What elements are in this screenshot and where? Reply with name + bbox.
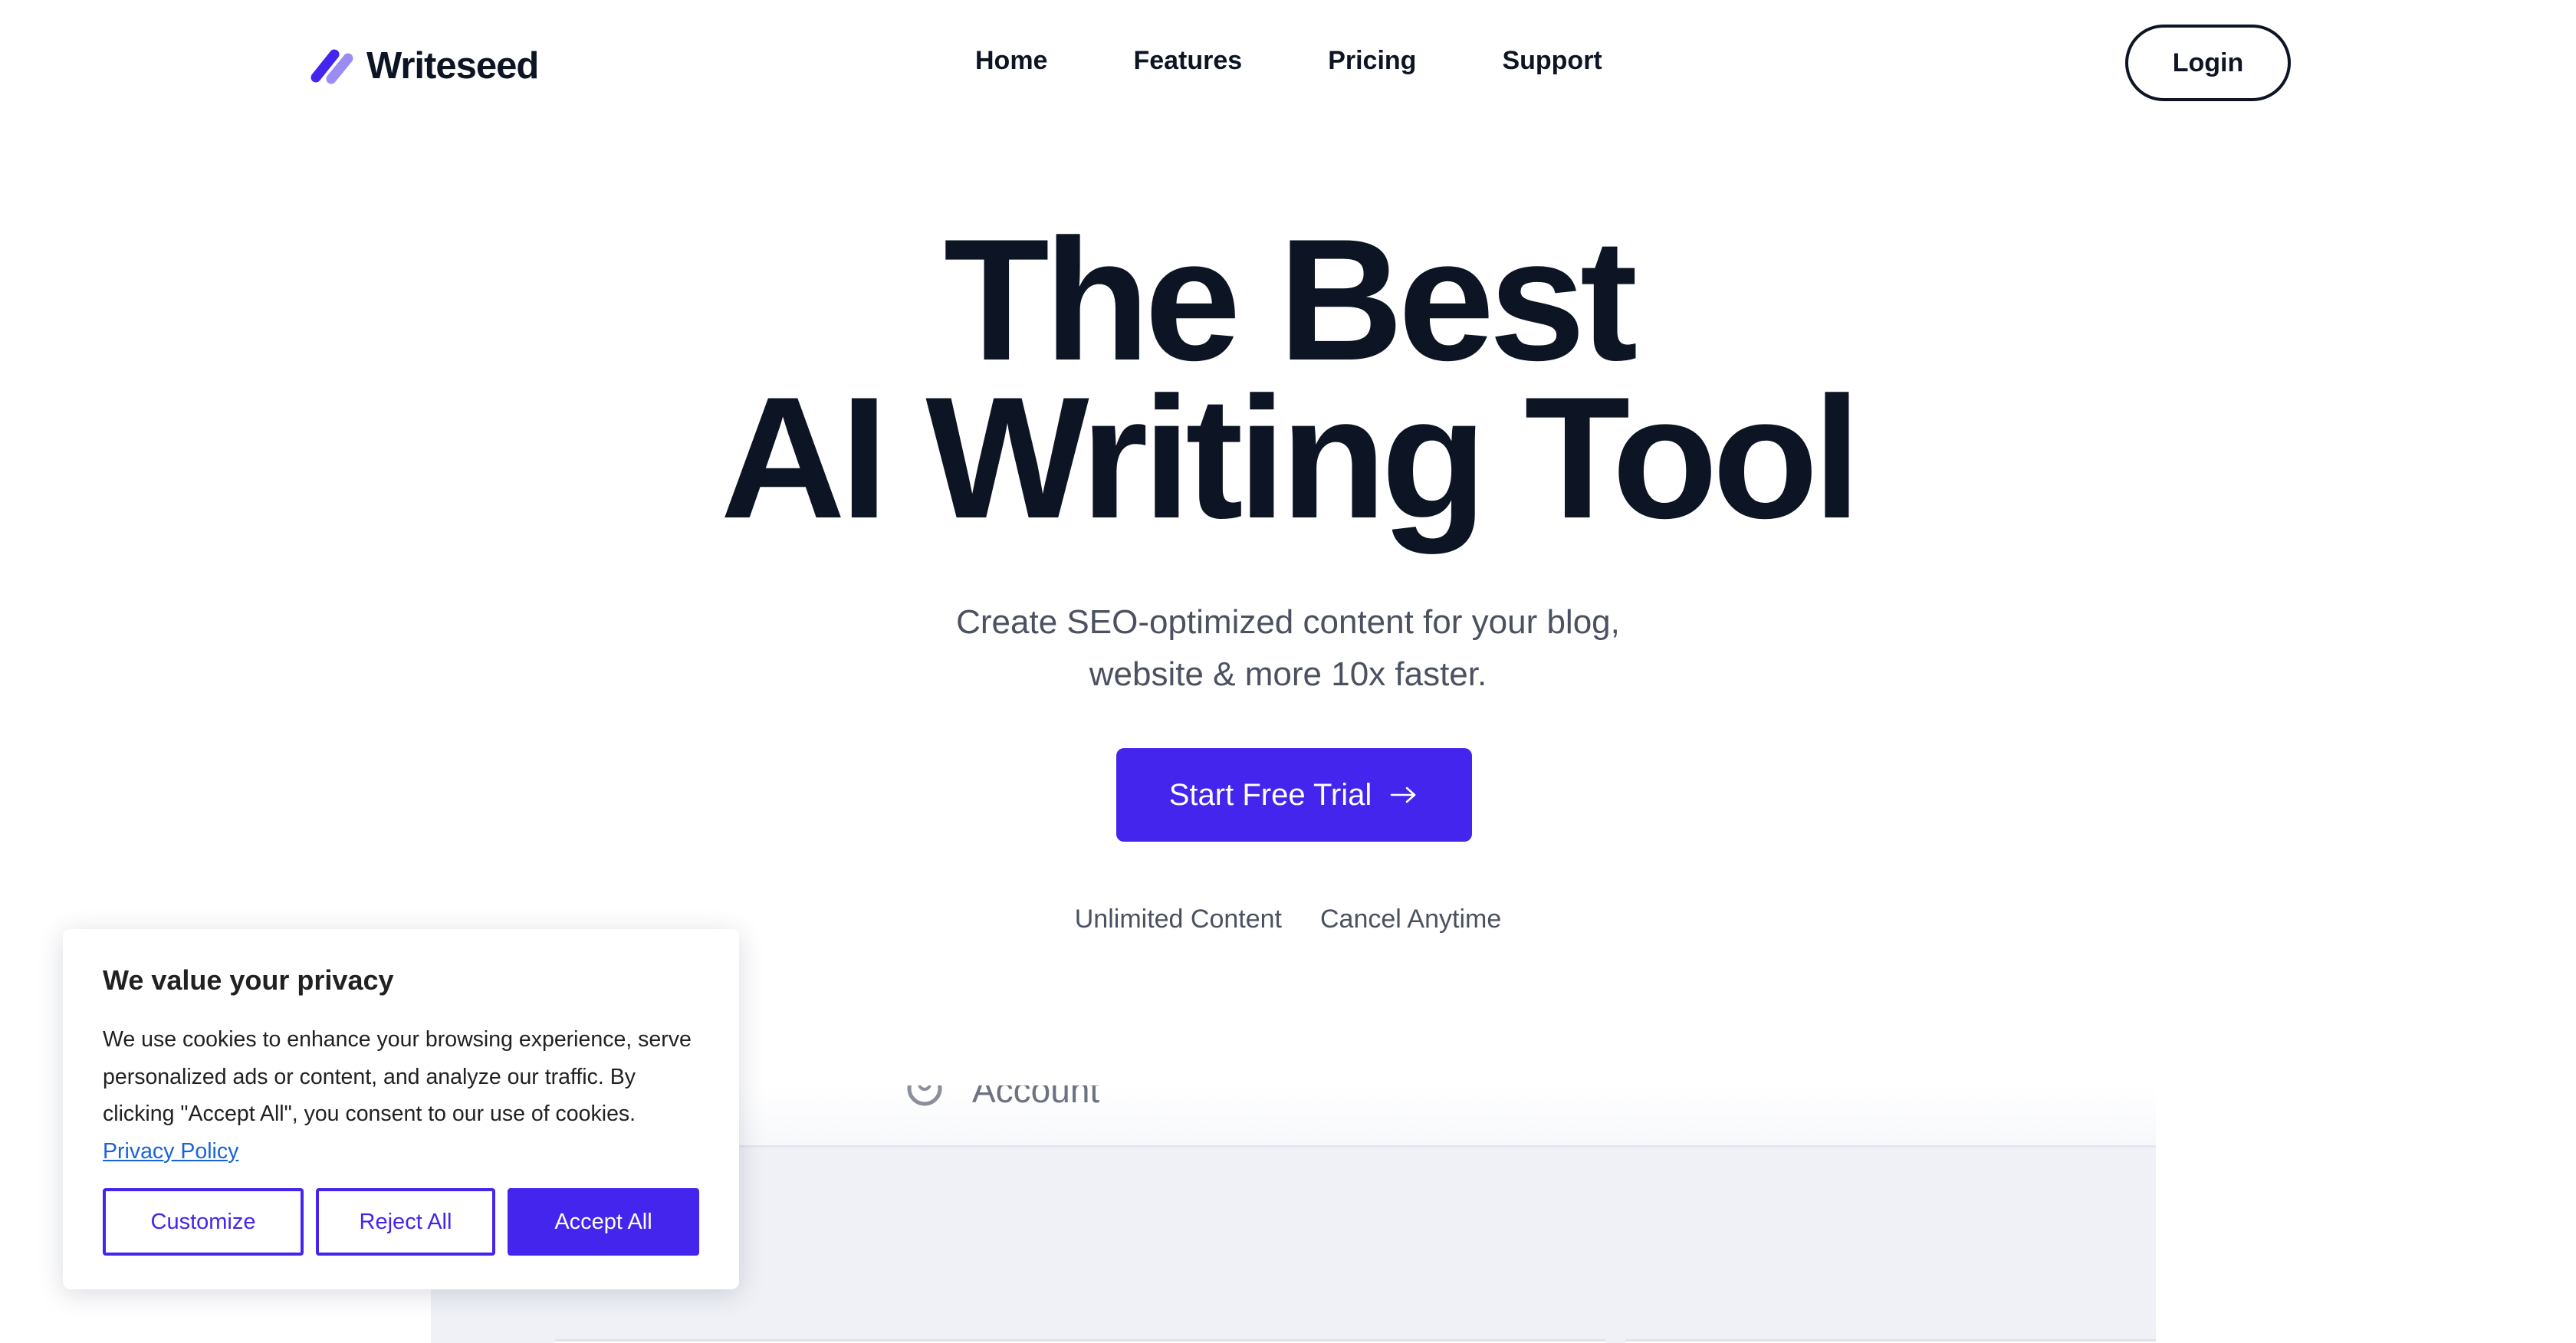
start-free-trial-button[interactable]: Start Free Trial <box>1116 748 1472 842</box>
cta-label: Start Free Trial <box>1168 777 1372 812</box>
preview-card <box>1625 1339 2156 1343</box>
user-icon <box>907 1085 942 1106</box>
hero-subtitle: Create SEO-optimized content for your bl… <box>0 596 2576 701</box>
perk-cancel-anytime: Cancel Anytime <box>1320 905 1502 934</box>
hero-subtitle-line-1: Create SEO-optimized content for your bl… <box>956 603 1620 641</box>
hero-title-line-2: AI Writing Tool <box>720 360 1861 554</box>
hero-title: The Best AI Writing Tool <box>0 202 2576 554</box>
preview-tab-account: Account <box>972 1085 1100 1110</box>
cookie-customize-button[interactable]: Customize <box>103 1188 304 1256</box>
cookie-actions: Customize Reject All Accept All <box>103 1188 699 1256</box>
perk-unlimited-content: Unlimited Content <box>1074 905 1282 934</box>
cookie-description: We use cookies to enhance your browsing … <box>103 1027 692 1126</box>
main-nav: Home Features Pricing Support <box>975 46 1602 76</box>
writeseed-logo-icon <box>310 49 353 84</box>
brand-name: Writeseed <box>366 45 539 87</box>
hero-subtitle-line-2: website & more 10x faster. <box>1089 655 1487 693</box>
cookie-text: We use cookies to enhance your browsing … <box>103 1021 699 1170</box>
login-button[interactable]: Login <box>2125 25 2291 101</box>
nav-link-support[interactable]: Support <box>1502 46 1602 76</box>
cookie-reject-all-button[interactable]: Reject All <box>316 1188 495 1256</box>
cookie-title: We value your privacy <box>103 964 394 996</box>
arrow-right-icon <box>1390 786 1416 803</box>
hero-title-line-1: The Best <box>943 202 1638 396</box>
preview-card <box>555 1339 1605 1343</box>
cookie-consent-banner: We value your privacy We use cookies to … <box>63 929 739 1289</box>
brand-logo-link[interactable]: Writeseed <box>308 44 539 87</box>
nav-link-home[interactable]: Home <box>975 46 1047 76</box>
nav-link-pricing[interactable]: Pricing <box>1328 46 1416 76</box>
privacy-policy-link[interactable]: Privacy Policy <box>103 1139 238 1164</box>
cookie-accept-all-button[interactable]: Accept All <box>508 1188 699 1256</box>
nav-link-features[interactable]: Features <box>1133 46 1242 76</box>
